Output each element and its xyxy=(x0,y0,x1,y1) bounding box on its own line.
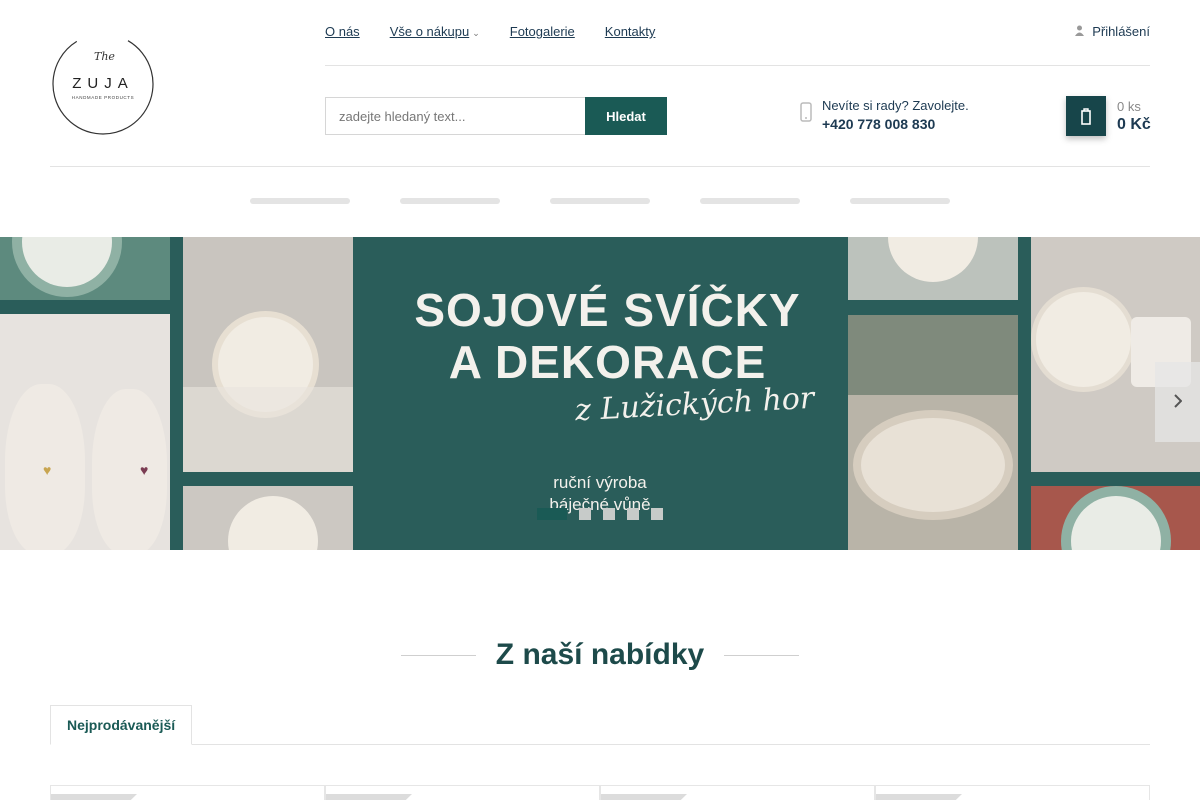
title-decoration-line xyxy=(400,654,476,656)
offer-tabs: Nejprodávanější xyxy=(50,705,1150,745)
search-button[interactable]: Hledat xyxy=(585,97,667,135)
banner-photo-bowl xyxy=(848,315,1018,550)
banner-photo-daisy-bottom xyxy=(1031,486,1200,550)
logo-tagline: HANDMADE PRODUCTS xyxy=(72,95,134,100)
cart-icon[interactable] xyxy=(1066,96,1106,136)
chevron-down-icon: ⌄ xyxy=(472,28,480,38)
product-badge xyxy=(876,794,962,800)
header-bottom-divider xyxy=(50,166,1150,167)
banner-subtitle-handmade: ruční výroba xyxy=(553,473,647,492)
logo-zuja: ZUJA xyxy=(72,75,134,92)
category-navigation xyxy=(250,198,950,204)
logo-the: The xyxy=(94,50,115,63)
banner-photo-hands xyxy=(183,237,353,472)
banner-photo-daisy-top xyxy=(848,237,1018,300)
category-placeholder[interactable] xyxy=(250,198,350,204)
site-logo[interactable]: The ZUJA HANDMADE PRODUCTS xyxy=(50,30,156,138)
slider-dot[interactable] xyxy=(603,508,615,520)
cart-price: 0 Kč xyxy=(1117,115,1151,133)
product-grid xyxy=(50,785,1150,800)
chevron-right-icon xyxy=(1173,393,1182,411)
search-input[interactable]: zadejte hledaný text... xyxy=(325,97,585,135)
phone-icon xyxy=(800,102,812,128)
banner-headline: SOJOVÉ SVÍČKY A DEKORACE xyxy=(380,284,835,388)
product-card[interactable] xyxy=(50,785,325,800)
product-card[interactable] xyxy=(600,785,875,800)
cart-quantity: 0 ks xyxy=(1117,98,1141,114)
slider-dot[interactable] xyxy=(579,508,591,520)
product-badge xyxy=(51,794,137,800)
nav-gallery[interactable]: Fotogalerie xyxy=(510,24,575,39)
banner-headline-line1: SOJOVÉ SVÍČKY xyxy=(414,284,801,336)
phone-contact: Nevíte si rady? Zavolejte. +420 778 008 … xyxy=(800,98,969,132)
search-form: zadejte hledaný text... Hledat xyxy=(325,97,667,135)
product-card[interactable] xyxy=(325,785,600,800)
category-placeholder[interactable] xyxy=(700,198,800,204)
category-placeholder[interactable] xyxy=(850,198,950,204)
banner-photo-candle-bottom xyxy=(183,486,353,550)
banner-photo-daisy-top-left xyxy=(0,237,170,300)
nav-contacts[interactable]: Kontakty xyxy=(605,24,656,39)
header-divider xyxy=(325,65,1150,66)
slider-dot-active[interactable] xyxy=(537,508,567,520)
slider-dot[interactable] xyxy=(651,508,663,520)
nav-about[interactable]: O nás xyxy=(325,24,360,39)
banner-photo-bears: ♥ ♥ xyxy=(0,314,170,550)
offer-section-header: Z naší nabídky xyxy=(0,638,1200,672)
category-placeholder[interactable] xyxy=(550,198,650,204)
hero-banner[interactable]: ♥ ♥ SOJOVÉ SVÍČKY A DEKORACE z Lužických… xyxy=(0,237,1200,550)
offer-section-title: Z naší nabídky xyxy=(495,638,705,671)
slider-next-button[interactable] xyxy=(1155,362,1200,442)
top-navigation: O nás Vše o nákupu ⌄ Fotogalerie Kontakty xyxy=(325,24,655,39)
category-placeholder[interactable] xyxy=(400,198,500,204)
product-card[interactable] xyxy=(875,785,1150,800)
nav-shopping[interactable]: Vše o nákupu xyxy=(390,24,470,39)
slider-pagination xyxy=(537,508,663,520)
cart-widget[interactable]: 0 ks 0 Kč xyxy=(1066,96,1151,136)
phone-number[interactable]: +420 778 008 830 xyxy=(822,116,969,132)
title-decoration-line xyxy=(724,654,800,656)
product-badge xyxy=(326,794,412,800)
tab-bestsellers[interactable]: Nejprodávanější xyxy=(50,705,193,745)
product-badge xyxy=(601,794,687,800)
slider-dot[interactable] xyxy=(627,508,639,520)
login-link[interactable]: Přihlášení xyxy=(1075,24,1150,39)
login-label: Přihlášení xyxy=(1092,24,1150,39)
phone-help-text: Nevíte si rady? Zavolejte. xyxy=(822,98,969,113)
banner-headline-line2: A DEKORACE xyxy=(448,336,767,388)
user-icon xyxy=(1075,25,1085,39)
nav-shopping-wrapper[interactable]: Vše o nákupu ⌄ xyxy=(390,24,480,39)
